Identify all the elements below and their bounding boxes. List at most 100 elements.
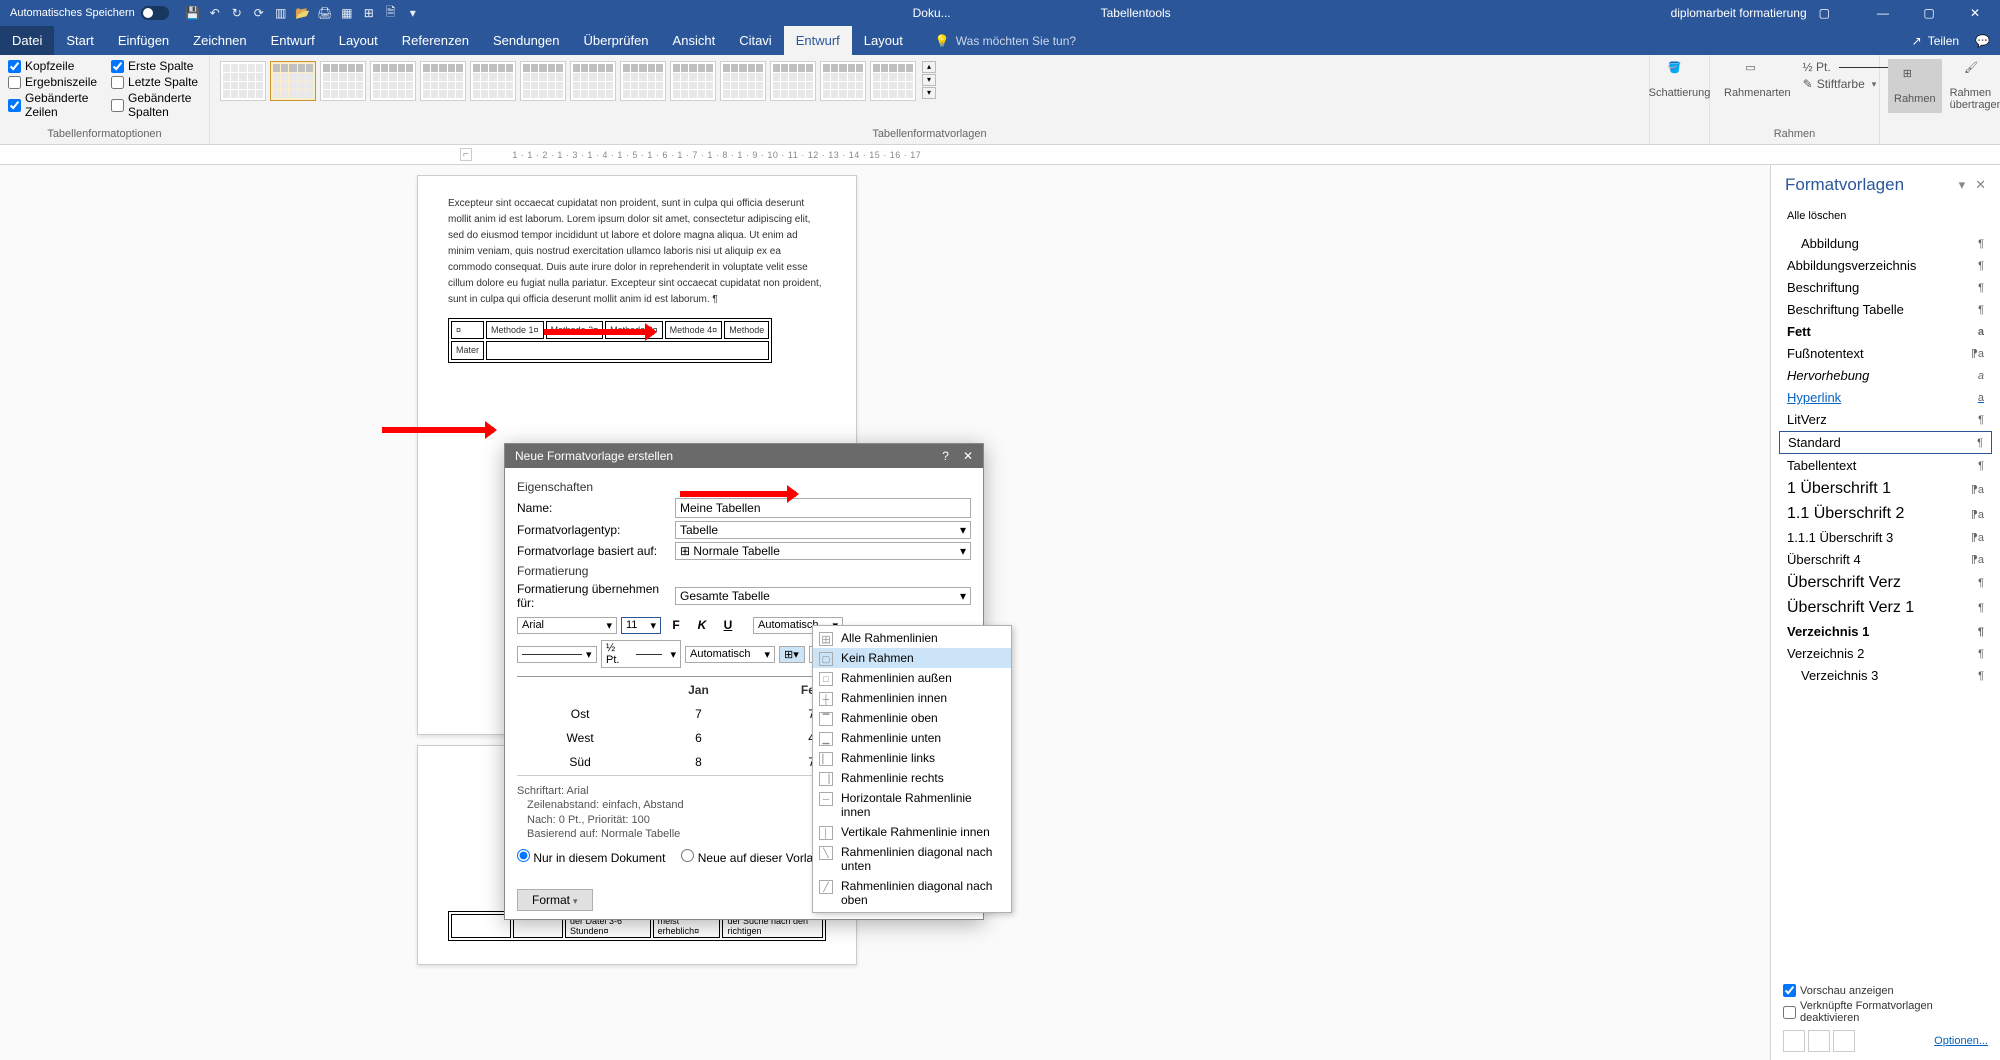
close-dialog-icon[interactable]: ✕ [963,449,973,463]
tab-zeichnen[interactable]: Zeichnen [181,26,258,55]
table-icon[interactable]: ⊞ [359,3,379,23]
style-item[interactable]: Überschrift 4⁋a [1779,549,1992,570]
style-item[interactable]: LitVerz¶ [1779,409,1992,430]
style-thumb[interactable] [220,61,266,101]
italic-button[interactable]: K [691,614,713,636]
tab-referenzen[interactable]: Referenzen [390,26,481,55]
style-thumb[interactable] [620,61,666,101]
style-item[interactable]: Standard¶ [1779,431,1992,454]
menu-h-inside[interactable]: ─Horizontale Rahmenlinie innen [813,788,1011,822]
tab-entwurf[interactable]: Entwurf [259,26,327,55]
manage-styles-button[interactable] [1833,1030,1855,1052]
style-item[interactable]: Überschrift Verz 1¶ [1779,596,1992,620]
border-painter-button[interactable]: 🖌 Rahmen übertragen [1944,59,2000,113]
ribbon-display-icon[interactable]: ▢ [1819,6,1830,20]
style-item[interactable]: 1 Überschrift 1⁋a [1779,477,1992,501]
style-item[interactable]: Hervorhebunga [1779,365,1992,386]
clear-all[interactable]: Alle löschen [1779,206,1992,232]
styles-list[interactable]: Alle löschen Abbildung¶Abbildungsverzeic… [1771,205,2000,973]
menu-inside-borders[interactable]: ┼Rahmenlinien innen [813,688,1011,708]
chk-preview[interactable]: Vorschau anzeigen [1783,984,1988,997]
style-item[interactable]: Fußnotentext⁋a [1779,343,1992,364]
menu-all-borders[interactable]: 田Alle Rahmenlinien [813,628,1011,648]
style-thumb[interactable] [870,61,916,101]
format-button[interactable]: Format [517,889,593,911]
chk-geb-zeilen[interactable]: Gebänderte Zeilen [8,91,97,119]
bold-button[interactable]: F [665,614,687,636]
style-item[interactable]: Abbildung¶ [1779,233,1992,254]
table-style-gallery[interactable]: ▴ ▾ ▾ [218,59,1641,103]
menu-v-inside[interactable]: │Vertikale Rahmenlinie innen [813,822,1011,842]
tab-einfuegen[interactable]: Einfügen [106,26,181,55]
border-style-select[interactable]: ▾ [517,646,597,663]
tab-layout[interactable]: Layout [327,26,390,55]
tab-selector[interactable]: ⌐ [460,148,472,161]
radio-this-doc[interactable]: Nur in diesem Dokument [517,849,665,865]
gallery-up-icon[interactable]: ▴ [922,61,936,73]
style-item[interactable]: Verzeichnis 1¶ [1779,621,1992,642]
style-thumb[interactable] [720,61,766,101]
pane-close-icon[interactable]: ✕ [1975,177,1986,193]
menu-diag-up[interactable]: ╱Rahmenlinien diagonal nach oben [813,876,1011,910]
tab-sendungen[interactable]: Sendungen [481,26,572,55]
menu-left-border[interactable]: ▏Rahmenlinie links [813,748,1011,768]
tab-table-layout[interactable]: Layout [852,26,915,55]
style-item[interactable]: Verzeichnis 2¶ [1779,643,1992,664]
style-item[interactable]: Abbildungsverzeichnis¶ [1779,255,1992,276]
chk-letzte-spalte[interactable]: Letzte Spalte [111,75,201,89]
save-icon[interactable]: 💾 [183,3,203,23]
more-icon[interactable]: ▾ [403,3,423,23]
based-select[interactable]: ⊞ Normale Tabelle▾ [675,542,971,560]
style-item[interactable]: Verzeichnis 3¶ [1779,665,1992,686]
pane-options-icon[interactable]: ▾ [1959,177,1966,193]
chk-kopfzeile[interactable]: Kopfzeile [8,59,97,73]
tab-citavi[interactable]: Citavi [727,26,784,55]
redo-icon[interactable]: ↻ [227,3,247,23]
chk-linked[interactable]: Verknüpfte Formatvorlagen deaktivieren [1783,1000,1988,1024]
borders-button[interactable]: ⊞ Rahmen [1888,59,1942,113]
print-icon[interactable]: 🖨 [315,3,335,23]
style-item[interactable]: 1.1 Überschrift 2⁋a [1779,502,1992,526]
help-icon[interactable]: ? [942,449,949,463]
style-thumb[interactable] [570,61,616,101]
border-width-select[interactable]: ½ Pt.▾ [601,640,681,668]
menu-right-border[interactable]: ▕Rahmenlinie rechts [813,768,1011,788]
switch-icon[interactable] [141,6,169,20]
chk-erste-spalte[interactable]: Erste Spalte [111,59,201,73]
tab-ansicht[interactable]: Ansicht [661,26,728,55]
border-preset-button[interactable]: ⊞▾ [779,646,805,663]
style-thumb[interactable] [470,61,516,101]
style-item[interactable]: Hyperlinka [1779,387,1992,408]
chk-ergebniszeile[interactable]: Ergebniszeile [8,75,97,89]
style-item[interactable]: Beschriftung Tabelle¶ [1779,299,1992,320]
tab-datei[interactable]: Datei [0,26,54,55]
style-thumb-selected[interactable] [270,61,316,101]
name-input[interactable] [675,498,971,518]
tab-table-entwurf[interactable]: Entwurf [784,26,852,55]
style-thumb[interactable] [320,61,366,101]
menu-no-border[interactable]: ▢Kein Rahmen [813,648,1011,668]
refresh-icon[interactable]: ⟳ [249,3,269,23]
comment-icon[interactable]: 💬 [1975,34,1990,48]
style-inspector-button[interactable] [1808,1030,1830,1052]
tab-start[interactable]: Start [54,26,105,55]
menu-outside-borders[interactable]: □Rahmenlinien außen [813,668,1011,688]
size-select[interactable]: 11▾ [621,617,661,634]
new-icon[interactable]: ▥ [271,3,291,23]
style-item[interactable]: Überschrift Verz¶ [1779,571,1992,595]
applyto-select[interactable]: Gesamte Tabelle▾ [675,587,971,605]
autosave-toggle[interactable]: Automatisches Speichern [4,6,175,20]
tell-me[interactable]: 💡 Was möchten Sie tun? [935,34,1076,48]
style-thumb[interactable] [370,61,416,101]
style-thumb[interactable] [520,61,566,101]
menu-diag-down[interactable]: ╲Rahmenlinien diagonal nach unten [813,842,1011,876]
style-item[interactable]: Fetta [1779,321,1992,342]
options-link[interactable]: Optionen... [1934,1035,1988,1047]
close-icon[interactable]: ✕ [1954,1,1996,25]
style-item[interactable]: Tabellentext¶ [1779,455,1992,476]
gallery-down-icon[interactable]: ▾ [922,74,936,86]
font-select[interactable]: Arial▾ [517,617,617,634]
doc-table[interactable]: ¤Methode 1¤Methode 2¤Methode 3¤Methode 4… [448,318,772,363]
style-thumb[interactable] [820,61,866,101]
type-select[interactable]: Tabelle▾ [675,521,971,539]
